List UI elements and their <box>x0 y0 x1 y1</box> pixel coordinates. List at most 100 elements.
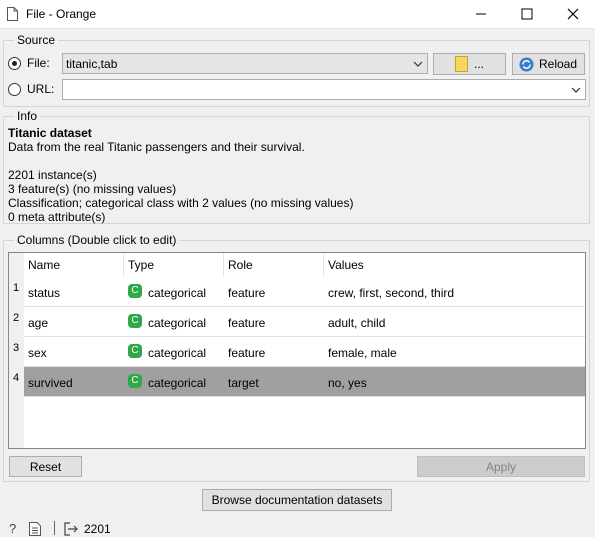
cell-name-text: age <box>28 316 49 330</box>
table-row[interactable]: sex C categorical feature female, male <box>24 337 585 367</box>
header-type-label: Type <box>128 258 155 272</box>
row-number: 4 <box>13 372 20 384</box>
browse-documentation-label: Browse documentation datasets <box>211 493 383 507</box>
report-icon[interactable] <box>29 522 41 536</box>
cell-type[interactable]: C categorical <box>124 277 224 307</box>
maximize-button[interactable] <box>504 0 550 29</box>
help-icon[interactable]: ? <box>8 521 20 535</box>
row-number: 1 <box>13 282 20 294</box>
url-radio[interactable] <box>8 83 21 96</box>
file-radio-label: File: <box>27 56 50 70</box>
folder-icon <box>455 56 468 72</box>
header-corner <box>9 253 24 277</box>
cell-type-text: categorical <box>148 376 207 390</box>
cell-type-text: categorical <box>148 346 207 360</box>
header-type[interactable]: Type <box>124 253 224 277</box>
cell-values-text: adult, child <box>328 316 386 330</box>
file-icon <box>7 7 18 21</box>
meta-info: 0 meta attribute(s) <box>8 210 106 224</box>
chevron-down-icon <box>571 87 581 93</box>
url-input[interactable] <box>62 79 586 100</box>
cell-name-text: sex <box>28 346 47 360</box>
categorical-icon: C <box>128 374 142 388</box>
cell-values-text: no, yes <box>328 376 367 390</box>
columns-table[interactable]: Name Type Role Values 1 status C categor… <box>8 252 586 449</box>
radio-selected-dot <box>12 61 17 66</box>
header-role-label: Role <box>228 258 253 272</box>
cell-role[interactable]: target <box>224 367 324 397</box>
reset-label: Reset <box>29 460 62 474</box>
close-button[interactable] <box>550 0 595 29</box>
features-info: 3 feature(s) (no missing values) <box>8 182 177 196</box>
apply-button[interactable]: Apply <box>417 456 585 477</box>
cell-role[interactable]: feature <box>224 337 324 367</box>
reload-button[interactable]: Reload <box>512 53 585 75</box>
info-text: Titanic dataset Data from the real Titan… <box>8 126 353 224</box>
cell-role[interactable]: feature <box>224 307 324 337</box>
cell-values[interactable]: adult, child <box>324 307 585 337</box>
cell-role[interactable]: feature <box>224 277 324 307</box>
file-select[interactable]: titanic,tab <box>62 53 428 74</box>
status-bar: ? 2201 <box>0 515 595 537</box>
reload-icon <box>519 57 534 72</box>
cell-name[interactable]: status <box>24 277 124 307</box>
browse-documentation-button[interactable]: Browse documentation datasets <box>202 489 392 511</box>
status-separator <box>54 521 55 535</box>
row-number: 2 <box>13 312 20 324</box>
source-group-title: Source <box>14 33 59 47</box>
minimize-button[interactable] <box>458 0 504 29</box>
info-group-title: Info <box>14 109 41 123</box>
cell-type-text: categorical <box>148 286 207 300</box>
minimize-icon <box>476 13 486 15</box>
classification-info: Classification; categorical class with 2… <box>8 196 354 210</box>
table-row[interactable]: status C categorical feature crew, first… <box>24 277 585 307</box>
cell-type-text: categorical <box>148 316 207 330</box>
header-name[interactable]: Name <box>24 253 124 277</box>
dataset-title: Titanic dataset <box>8 126 92 140</box>
cell-role-text: feature <box>228 316 266 330</box>
dataset-description: Data from the real Titanic passengers an… <box>8 140 305 154</box>
cell-role-text: feature <box>228 346 266 360</box>
close-icon <box>567 8 579 20</box>
row-number: 3 <box>13 342 20 354</box>
reload-label: Reload <box>539 57 578 71</box>
title-bar: File - Orange <box>0 0 595 29</box>
output-icon <box>64 522 78 536</box>
table-row[interactable]: age C categorical feature adult, child <box>24 307 585 337</box>
table-row-selected[interactable]: survived C categorical target no, yes <box>24 367 585 397</box>
cell-name-text: survived <box>28 376 73 390</box>
header-role[interactable]: Role <box>224 253 324 277</box>
apply-label: Apply <box>485 460 517 474</box>
cell-type[interactable]: C categorical <box>124 307 224 337</box>
cell-values[interactable]: female, male <box>324 337 585 367</box>
svg-text:?: ? <box>9 521 16 535</box>
columns-group-title: Columns (Double click to edit) <box>14 233 180 247</box>
cell-values[interactable]: no, yes <box>324 367 585 397</box>
file-select-value: titanic,tab <box>66 57 118 71</box>
cell-role-text: feature <box>228 286 266 300</box>
cell-values-text: female, male <box>328 346 397 360</box>
header-values[interactable]: Values <box>324 253 585 277</box>
cell-name[interactable]: age <box>24 307 124 337</box>
header-values-label: Values <box>328 258 364 272</box>
instances-count: 2201 instance(s) <box>8 168 97 182</box>
cell-type[interactable]: C categorical <box>124 337 224 367</box>
output-count: 2201 <box>84 522 111 536</box>
cell-values[interactable]: crew, first, second, third <box>324 277 585 307</box>
browse-file-button[interactable]: ... <box>433 53 506 75</box>
window-title: File - Orange <box>26 7 97 21</box>
cell-name[interactable]: sex <box>24 337 124 367</box>
cell-role-text: target <box>228 376 259 390</box>
categorical-icon: C <box>128 344 142 358</box>
cell-name[interactable]: survived <box>24 367 124 397</box>
reset-button[interactable]: Reset <box>9 456 82 477</box>
categorical-icon: C <box>128 284 142 298</box>
cell-type[interactable]: C categorical <box>124 367 224 397</box>
header-name-label: Name <box>28 258 61 272</box>
categorical-icon: C <box>128 314 142 328</box>
url-radio-label: URL: <box>27 82 55 96</box>
browse-file-label: ... <box>474 57 485 71</box>
file-radio[interactable] <box>8 57 21 70</box>
chevron-down-icon <box>413 61 423 67</box>
